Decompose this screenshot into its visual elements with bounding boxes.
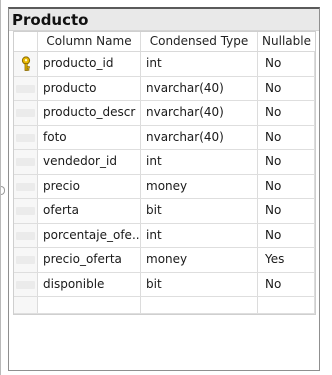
header-column-name[interactable]: Column Name	[38, 32, 141, 51]
row-selector[interactable]	[14, 272, 38, 296]
cell-type[interactable]: money	[141, 174, 258, 198]
cell-column-name[interactable]: producto_descr	[38, 101, 141, 125]
row-selector[interactable]	[14, 125, 38, 149]
cell-nullable[interactable]: No	[258, 125, 315, 149]
cell-nullable[interactable]	[258, 297, 315, 313]
selector-bar	[16, 182, 35, 191]
cell-nullable[interactable]: No	[258, 76, 315, 100]
cell-type[interactable]: bit	[141, 272, 258, 296]
table-row[interactable]: vendedor_id int No	[14, 150, 315, 175]
grid-header: Column Name Condensed Type Nullable	[14, 32, 315, 52]
table-row[interactable]: producto_descr nvarchar(40) No	[14, 101, 315, 126]
row-selector[interactable]	[14, 150, 38, 174]
selector-bar	[16, 109, 35, 117]
selector-bar	[16, 207, 35, 215]
primary-key-icon	[21, 56, 31, 71]
cell-column-name[interactable]: disponible	[38, 272, 141, 296]
cell-type[interactable]: nvarchar(40)	[141, 76, 258, 100]
table-row[interactable]: producto_id int No	[14, 52, 315, 77]
cell-type[interactable]: money	[141, 248, 258, 272]
row-selector[interactable]	[14, 76, 38, 100]
selector-bar	[16, 133, 35, 142]
header-nullable[interactable]: Nullable	[258, 32, 315, 51]
selector-bar	[16, 158, 35, 166]
row-selector[interactable]	[14, 174, 38, 198]
cell-column-name[interactable]: foto	[38, 125, 141, 149]
cell-nullable[interactable]: No	[258, 52, 315, 76]
cell-type[interactable]: nvarchar(40)	[141, 125, 258, 149]
row-selector[interactable]	[14, 199, 38, 223]
row-selector[interactable]	[14, 223, 38, 247]
table-row[interactable]: disponible bit No	[14, 272, 315, 297]
row-selector[interactable]	[14, 101, 38, 125]
column-grid: Column Name Condensed Type Nullable prod…	[13, 31, 316, 315]
table-row[interactable]: foto nvarchar(40) No	[14, 125, 315, 150]
row-selector[interactable]	[14, 297, 38, 313]
row-selector[interactable]	[14, 248, 38, 272]
cell-column-name[interactable]	[38, 297, 141, 313]
cell-nullable[interactable]: No	[258, 174, 315, 198]
selector-bar	[16, 280, 35, 289]
cell-type[interactable]: int	[141, 150, 258, 174]
selector-bar	[16, 231, 35, 240]
cell-nullable[interactable]: No	[258, 101, 315, 125]
table-row[interactable]: precio_oferta money Yes	[14, 248, 315, 273]
cell-type[interactable]	[141, 297, 258, 313]
cell-column-name[interactable]: vendedor_id	[38, 150, 141, 174]
cell-nullable[interactable]: No	[258, 223, 315, 247]
table-row[interactable]: oferta bit No	[14, 199, 315, 224]
cell-type[interactable]: nvarchar(40)	[141, 101, 258, 125]
table-row[interactable]: porcentaje_ofe... int No	[14, 223, 315, 248]
cell-column-name[interactable]: producto	[38, 76, 141, 100]
cell-column-name[interactable]: oferta	[38, 199, 141, 223]
cell-column-name[interactable]: producto_id	[38, 52, 141, 76]
cell-column-name[interactable]: precio	[38, 174, 141, 198]
row-selector-header	[14, 32, 38, 51]
header-condensed-type[interactable]: Condensed Type	[141, 32, 258, 51]
cell-nullable[interactable]: Yes	[258, 248, 315, 272]
cell-nullable[interactable]: No	[258, 199, 315, 223]
table-title: Producto	[12, 11, 89, 29]
cell-column-name[interactable]: porcentaje_ofe...	[38, 223, 141, 247]
row-selector[interactable]	[14, 52, 38, 76]
table-row[interactable]: producto nvarchar(40) No	[14, 76, 315, 101]
new-row[interactable]	[14, 297, 315, 314]
selector-bar	[16, 256, 35, 264]
cell-nullable[interactable]: No	[258, 272, 315, 296]
cell-type[interactable]: int	[141, 52, 258, 76]
table-designer-window[interactable]: Producto Column Name Condensed Type Null…	[8, 7, 320, 371]
selector-bar	[16, 84, 35, 93]
cell-type[interactable]: int	[141, 223, 258, 247]
connector-end-mark	[1, 186, 5, 195]
cell-type[interactable]: bit	[141, 199, 258, 223]
cell-column-name[interactable]: precio_oferta	[38, 248, 141, 272]
cell-nullable[interactable]: No	[258, 150, 315, 174]
table-row[interactable]: precio money No	[14, 174, 315, 199]
table-title-bar[interactable]: Producto	[9, 9, 319, 31]
